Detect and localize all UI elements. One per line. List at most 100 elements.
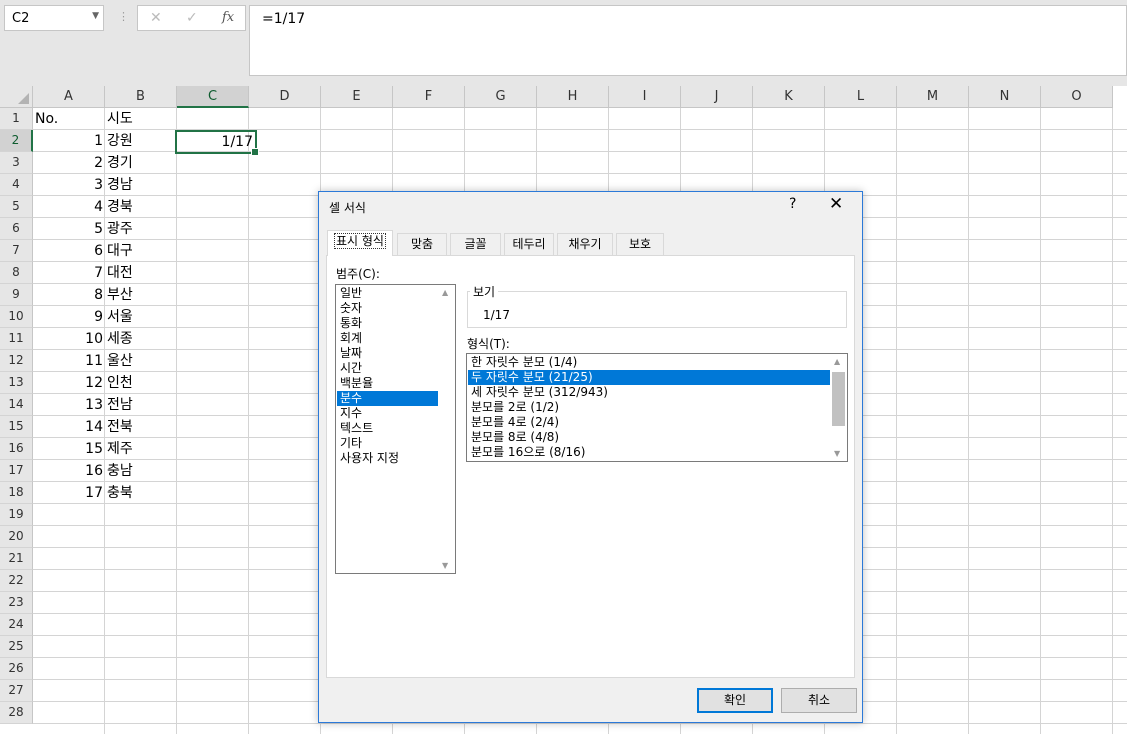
cell-number[interactable]: 12 bbox=[33, 372, 105, 394]
cell-number[interactable]: 1 bbox=[33, 130, 105, 152]
row-header[interactable]: 24 bbox=[0, 614, 33, 636]
row-header[interactable]: 10 bbox=[0, 306, 33, 328]
cell-region[interactable]: 서울 bbox=[107, 306, 177, 328]
column-header[interactable]: A bbox=[33, 86, 105, 108]
active-cell[interactable]: 1/17 bbox=[175, 130, 259, 156]
cell-number[interactable]: 9 bbox=[33, 306, 105, 328]
select-all-button[interactable] bbox=[0, 86, 33, 108]
cell-number[interactable]: 17 bbox=[33, 482, 105, 504]
column-header[interactable]: H bbox=[537, 86, 609, 108]
category-item[interactable]: 시간 bbox=[337, 361, 438, 376]
row-header[interactable]: 1 bbox=[0, 108, 33, 130]
column-header[interactable]: O bbox=[1041, 86, 1113, 108]
cell-number[interactable]: 14 bbox=[33, 416, 105, 438]
category-item[interactable]: 사용자 지정 bbox=[337, 451, 438, 466]
column-header[interactable]: G bbox=[465, 86, 537, 108]
row-header[interactable]: 8 bbox=[0, 262, 33, 284]
cell-region[interactable]: 대전 bbox=[107, 262, 177, 284]
ok-button[interactable]: 확인 bbox=[697, 688, 773, 713]
help-icon[interactable]: ? bbox=[789, 196, 796, 212]
row-header[interactable]: 19 bbox=[0, 504, 33, 526]
row-header[interactable]: 6 bbox=[0, 218, 33, 240]
column-header[interactable]: N bbox=[969, 86, 1041, 108]
column-header[interactable]: F bbox=[393, 86, 465, 108]
column-header[interactable]: M bbox=[897, 86, 969, 108]
tab[interactable]: 글꼴 bbox=[450, 233, 501, 255]
cell-region[interactable]: 경북 bbox=[107, 196, 177, 218]
row-header[interactable]: 26 bbox=[0, 658, 33, 680]
cell-number[interactable]: 11 bbox=[33, 350, 105, 372]
category-item[interactable]: 텍스트 bbox=[337, 421, 438, 436]
category-item[interactable]: 일반 bbox=[337, 286, 438, 301]
tab[interactable]: 맞춤 bbox=[397, 233, 447, 255]
row-header[interactable]: 18 bbox=[0, 482, 33, 504]
type-item[interactable]: 분모를 16으로 (8/16) bbox=[468, 445, 830, 460]
row-header[interactable]: 15 bbox=[0, 416, 33, 438]
row-header[interactable]: 22 bbox=[0, 570, 33, 592]
cell-region[interactable]: 충남 bbox=[107, 460, 177, 482]
cancel-button[interactable]: 취소 bbox=[781, 688, 857, 713]
row-header[interactable]: 20 bbox=[0, 526, 33, 548]
type-scrollbar[interactable]: ▲ ▼ bbox=[830, 354, 847, 461]
cell-number[interactable]: 3 bbox=[33, 174, 105, 196]
column-header[interactable]: L bbox=[825, 86, 897, 108]
cell-number[interactable]: 10 bbox=[33, 328, 105, 350]
column-header[interactable]: C bbox=[177, 86, 249, 108]
type-item[interactable]: 분모를 8로 (4/8) bbox=[468, 430, 830, 445]
header-cell-sido[interactable]: 시도 bbox=[107, 108, 177, 130]
type-list[interactable]: 분모를 16으로 (8/16) 분모를 8로 (4/8) 분모를 4로 (2/4) 분… bbox=[466, 353, 848, 462]
cell-number[interactable]: 13 bbox=[33, 394, 105, 416]
column-header[interactable]: K bbox=[753, 86, 825, 108]
category-list[interactable]: ▲ ▼ 일반 숫자 통화 회계 날짜 시간 백분율 분수 지수 텍스트 기타 사용자 지정 bbox=[335, 284, 456, 574]
row-header[interactable]: 5 bbox=[0, 196, 33, 218]
cell-region[interactable]: 전남 bbox=[107, 394, 177, 416]
row-header[interactable]: 25 bbox=[0, 636, 33, 658]
row-header[interactable]: 14 bbox=[0, 394, 33, 416]
row-header[interactable]: 7 bbox=[0, 240, 33, 262]
category-item[interactable]: 숫자 bbox=[337, 301, 438, 316]
cell-number[interactable]: 7 bbox=[33, 262, 105, 284]
row-header[interactable]: 23 bbox=[0, 592, 33, 614]
row-header[interactable]: 9 bbox=[0, 284, 33, 306]
cell-region[interactable]: 강원 bbox=[107, 130, 177, 152]
row-header[interactable]: 11 bbox=[0, 328, 33, 350]
cell-region[interactable]: 부산 bbox=[107, 284, 177, 306]
cell-number[interactable]: 8 bbox=[33, 284, 105, 306]
enter-icon[interactable]: ✓ bbox=[186, 10, 198, 26]
type-item[interactable]: 두 자릿수 분모 (21/25) bbox=[468, 370, 830, 385]
row-header[interactable]: 12 bbox=[0, 350, 33, 372]
row-header[interactable]: 28 bbox=[0, 702, 33, 724]
cell-region[interactable]: 광주 bbox=[107, 218, 177, 240]
cell-region[interactable]: 제주 bbox=[107, 438, 177, 460]
row-header[interactable]: 17 bbox=[0, 460, 33, 482]
row-header[interactable]: 16 bbox=[0, 438, 33, 460]
cell-region[interactable]: 세종 bbox=[107, 328, 177, 350]
row-header[interactable]: 4 bbox=[0, 174, 33, 196]
type-item[interactable]: 분모를 4로 (2/4) bbox=[468, 415, 830, 430]
tab[interactable]: 표시 형식 bbox=[327, 230, 393, 256]
type-item[interactable]: 분모를 2로 (1/2) bbox=[468, 400, 830, 415]
column-header[interactable]: D bbox=[249, 86, 321, 108]
tab[interactable]: 채우기 bbox=[557, 233, 613, 255]
scroll-up-icon[interactable]: ▲ bbox=[834, 357, 840, 366]
cell-number[interactable]: 6 bbox=[33, 240, 105, 262]
category-item[interactable]: 기타 bbox=[337, 436, 438, 451]
row-header[interactable]: 21 bbox=[0, 548, 33, 570]
header-cell-no[interactable]: No. bbox=[35, 108, 107, 130]
scroll-down-icon[interactable]: ▼ bbox=[442, 561, 448, 570]
column-header[interactable]: I bbox=[609, 86, 681, 108]
cell-region[interactable]: 인천 bbox=[107, 372, 177, 394]
category-item[interactable]: 백분율 bbox=[337, 376, 438, 391]
cell-number[interactable]: 15 bbox=[33, 438, 105, 460]
cell-region[interactable]: 대구 bbox=[107, 240, 177, 262]
cell-region[interactable]: 울산 bbox=[107, 350, 177, 372]
cell-region[interactable]: 충북 bbox=[107, 482, 177, 504]
type-item[interactable]: 한 자릿수 분모 (1/4) bbox=[468, 355, 830, 370]
cell-region[interactable]: 전북 bbox=[107, 416, 177, 438]
category-item[interactable]: 통화 bbox=[337, 316, 438, 331]
row-header[interactable]: 27 bbox=[0, 680, 33, 702]
category-item[interactable]: 회계 bbox=[337, 331, 438, 346]
cancel-icon[interactable]: ✕ bbox=[150, 10, 162, 26]
scroll-thumb[interactable] bbox=[832, 372, 845, 426]
chevron-down-icon[interactable]: ▼ bbox=[92, 11, 99, 21]
